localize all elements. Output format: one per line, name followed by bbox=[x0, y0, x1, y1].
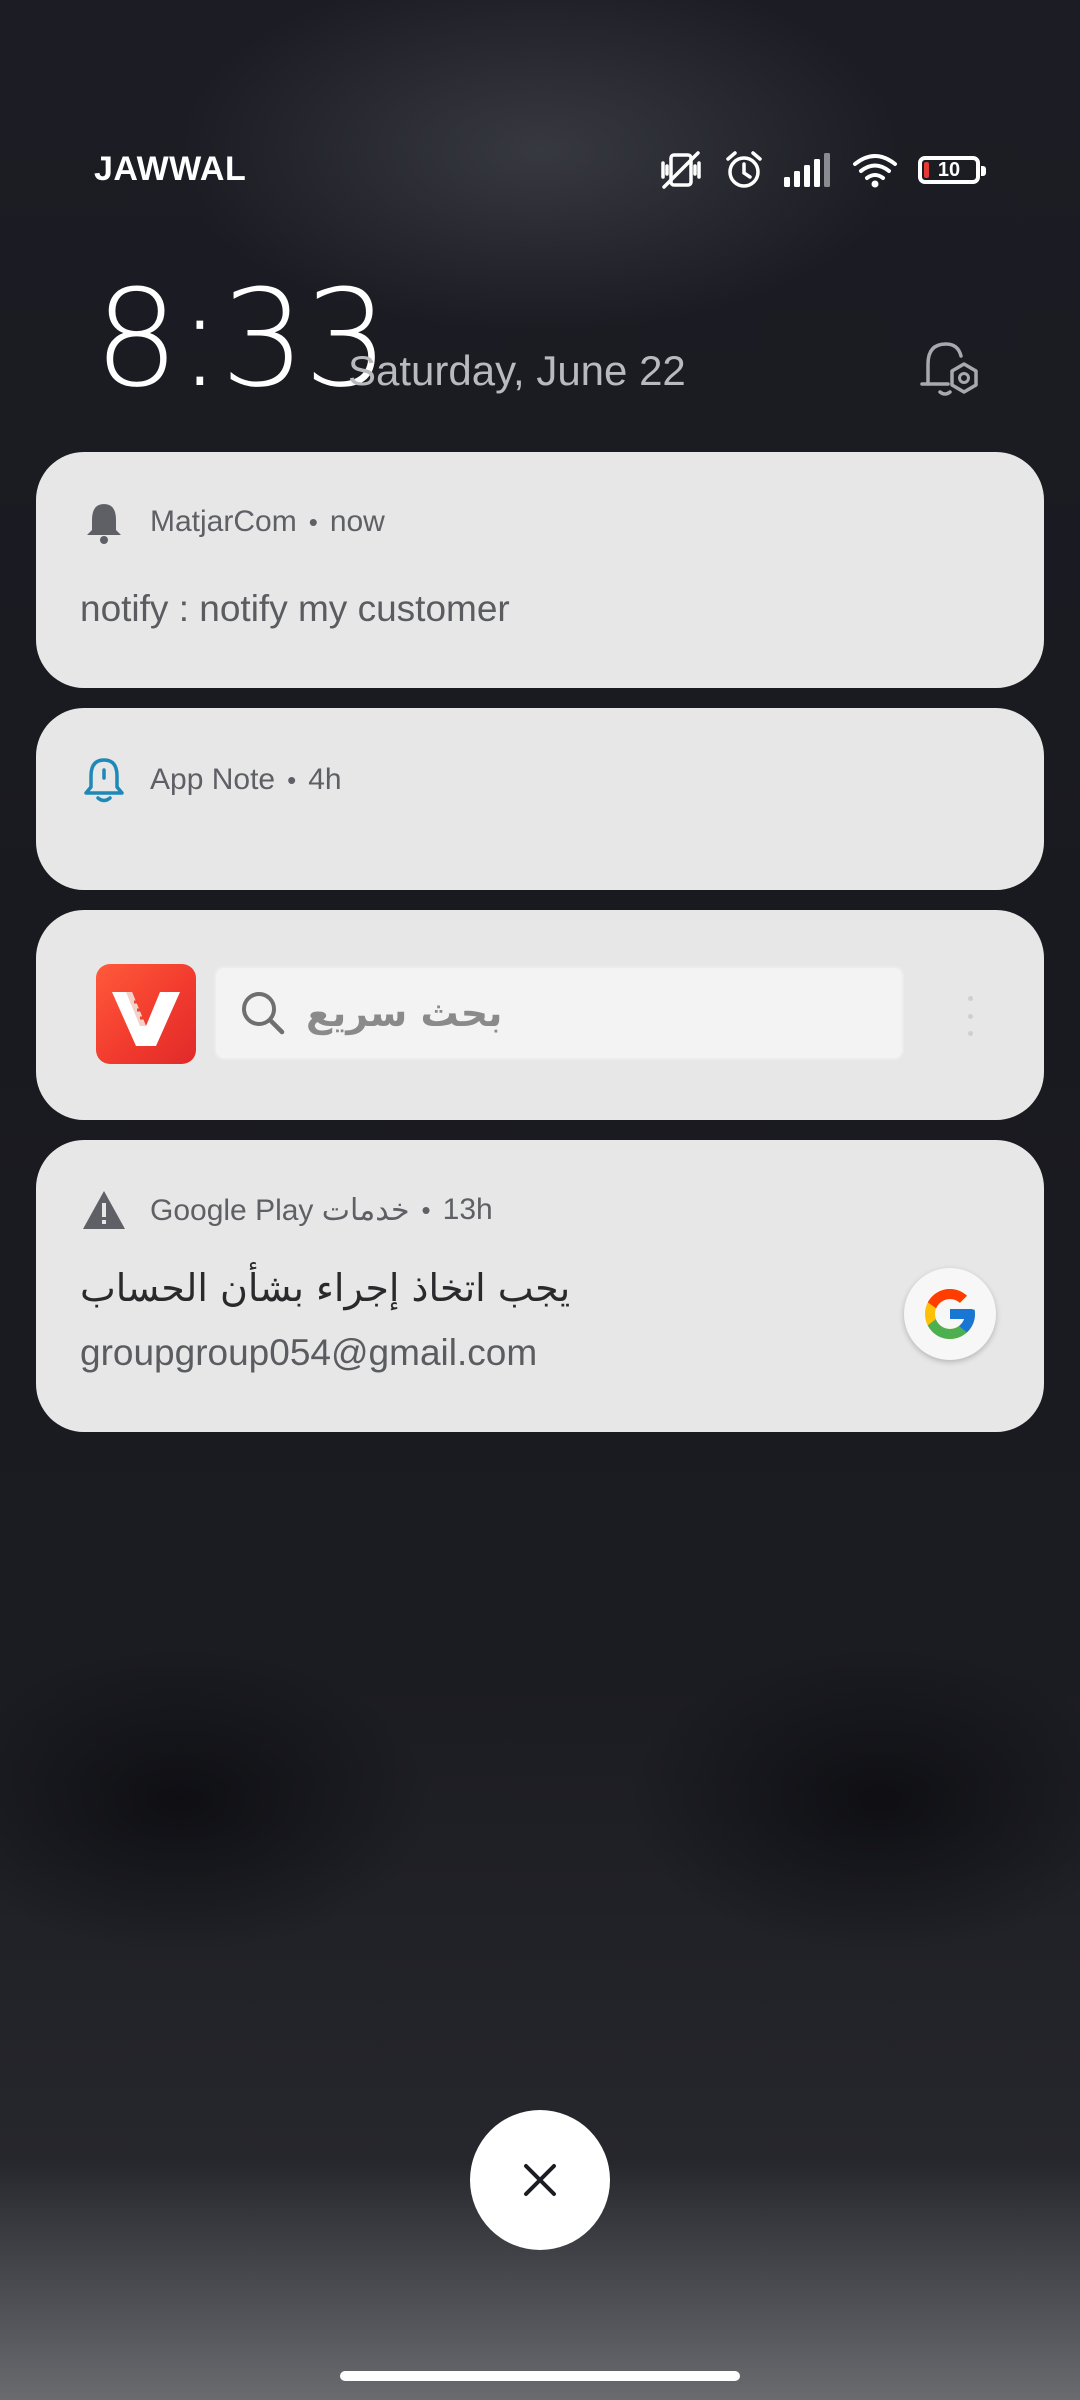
warning-icon bbox=[78, 1184, 130, 1236]
clear-all-button[interactable] bbox=[470, 2110, 610, 2250]
signal-icon bbox=[784, 153, 832, 187]
notification-header: MatjarCom • now bbox=[78, 496, 385, 548]
notification-header: Google Play خدمات • 13h bbox=[78, 1184, 493, 1236]
notification-header: App Note • 4h bbox=[78, 754, 342, 806]
wifi-icon bbox=[852, 152, 898, 188]
notification-body: notify : notify my customer bbox=[80, 588, 510, 629]
vibrate-off-icon bbox=[658, 149, 704, 191]
battery-fill bbox=[924, 162, 929, 178]
bell-outline-icon bbox=[78, 754, 130, 806]
notification-app-note[interactable]: App Note • 4h bbox=[36, 708, 1044, 890]
more-options-icon[interactable] bbox=[966, 996, 974, 1036]
notification-time: 13h bbox=[442, 1193, 493, 1226]
search-widget-card: بحث سريع bbox=[36, 910, 1044, 1120]
notification-app-name: MatjarCom bbox=[150, 505, 297, 538]
home-gesture-bar[interactable] bbox=[340, 2371, 740, 2381]
battery-icon: 10 bbox=[918, 156, 986, 184]
notification-time: 4h bbox=[308, 763, 342, 796]
search-placeholder: بحث سريع bbox=[306, 991, 503, 1035]
notification-settings-icon[interactable] bbox=[914, 334, 986, 406]
separator-dot: • bbox=[421, 1194, 431, 1225]
notification-title: يجب اتخاذ إجراء بشأن الحساب bbox=[80, 1266, 571, 1310]
status-icons: 10 bbox=[658, 146, 986, 194]
vidmate-logo[interactable] bbox=[96, 964, 196, 1064]
battery-level: 10 bbox=[937, 159, 961, 181]
notification-google-play[interactable]: Google Play خدمات • 13h يجب اتخاذ إجراء … bbox=[36, 1140, 1044, 1432]
notification-body: groupgroup054@gmail.com bbox=[80, 1332, 538, 1373]
separator-dot: • bbox=[308, 506, 318, 537]
notification-app-name: App Note bbox=[150, 763, 276, 796]
close-icon bbox=[524, 2164, 556, 2196]
bell-icon bbox=[78, 496, 130, 548]
notification-matjarcom[interactable]: MatjarCom • now notify : notify my custo… bbox=[36, 452, 1044, 688]
notification-time: now bbox=[329, 505, 385, 538]
clock-time: 8:33 bbox=[94, 261, 389, 417]
search-icon bbox=[238, 988, 288, 1038]
notification-app-name: Google Play خدمات bbox=[150, 1193, 410, 1227]
alarm-icon bbox=[724, 149, 764, 191]
separator-dot: • bbox=[287, 764, 297, 795]
google-logo bbox=[904, 1268, 996, 1360]
carrier-name: JAWWAL bbox=[94, 150, 247, 188]
quick-search-input[interactable]: بحث سريع bbox=[214, 966, 904, 1060]
clock-date: Saturday, June 22 bbox=[348, 347, 686, 394]
